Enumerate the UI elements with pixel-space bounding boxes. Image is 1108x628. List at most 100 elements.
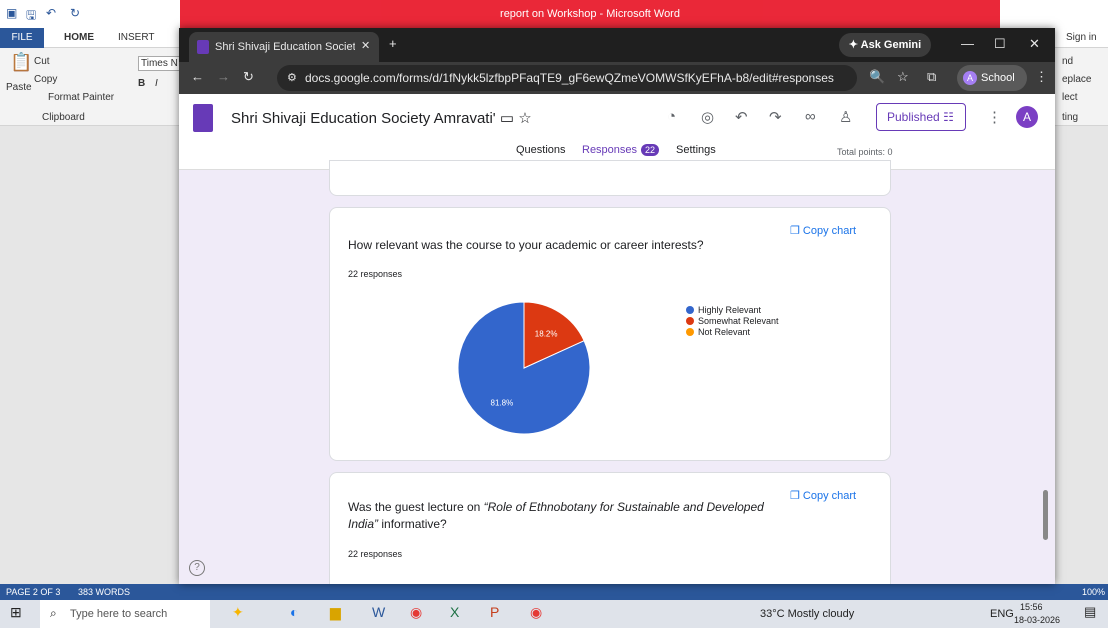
tab-settings[interactable]: Settings: [676, 144, 716, 156]
notification-icon[interactable]: ▤: [1084, 604, 1096, 620]
site-info-icon[interactable]: ⚙: [287, 71, 297, 84]
link-icon[interactable]: ∞: [805, 108, 816, 125]
question-text: How relevant was the course to your acad…: [348, 238, 704, 252]
reader-icon[interactable]: ⧉: [927, 69, 936, 85]
editing-group-label: ting: [1062, 112, 1079, 123]
page-count: PAGE 2 OF 3: [6, 587, 61, 597]
legend-item: Highly Relevant: [686, 304, 779, 315]
response-count: 22 responses: [348, 549, 403, 559]
pie-data-label: 81.8%: [491, 398, 514, 407]
file-explorer-icon[interactable]: ▆: [330, 604, 341, 621]
maximize-icon[interactable]: ☐: [994, 36, 1006, 52]
redo-icon[interactable]: ↻: [70, 6, 80, 20]
reload-icon[interactable]: ↻: [243, 69, 254, 85]
question-card-2: ❐ Copy chart Was the guest lecture on “R…: [329, 472, 891, 584]
word-active-title: report on Workshop - Microsoft Word: [180, 0, 1000, 28]
language-indicator[interactable]: ENG: [990, 608, 1014, 620]
help-icon[interactable]: ?: [189, 560, 205, 576]
windows-start-icon[interactable]: ⊞: [10, 604, 22, 621]
close-tab-icon[interactable]: ✕: [361, 39, 370, 52]
cut-button[interactable]: Cut: [34, 56, 50, 67]
omnibox[interactable]: ⚙ docs.google.com/forms/d/1fNykk5lzfbpPF…: [277, 65, 857, 91]
more-options-icon[interactable]: ⋮: [987, 108, 1002, 126]
copy-chart-button[interactable]: ❐ Copy chart: [790, 489, 856, 502]
copy-button[interactable]: Copy: [34, 74, 57, 85]
question-text-part: informative?: [378, 517, 447, 531]
paste-button[interactable]: Paste: [6, 82, 32, 93]
word-app-icon[interactable]: W: [372, 604, 385, 620]
clock-time[interactable]: 15:56: [1020, 602, 1043, 612]
font-name-box[interactable]: Times N: [138, 56, 181, 71]
forms-logo-icon[interactable]: [193, 104, 213, 132]
legend-item: Somewhat Relevant: [686, 315, 779, 326]
profile-avatar: A: [963, 71, 977, 85]
forms-favicon-icon: [197, 40, 209, 54]
copy-chart-label: Copy chart: [802, 225, 857, 237]
clock-date[interactable]: 18-03-2026: [1014, 615, 1060, 625]
word-tab-file[interactable]: FILE: [0, 28, 44, 48]
word-tab-insert[interactable]: INSERT: [118, 32, 155, 43]
previous-card: [329, 160, 891, 196]
word-sign-in[interactable]: Sign in: [1066, 32, 1097, 43]
palette-icon[interactable]: ◔: [667, 108, 676, 125]
preview-eye-icon[interactable]: ◎: [701, 108, 714, 126]
legend-label: Not Relevant: [698, 326, 751, 337]
chrome-window: Shri Shivaji Education Society A ✕ + ✦ A…: [179, 28, 1055, 584]
tab-strip: Shri Shivaji Education Society A ✕ + ✦ A…: [179, 28, 1055, 62]
search-icon: ⌕: [50, 606, 57, 620]
powerpoint-app-icon[interactable]: P: [490, 604, 499, 620]
format-painter-button[interactable]: Format Painter: [48, 92, 114, 103]
account-avatar[interactable]: A: [1016, 106, 1038, 128]
zoom-icon[interactable]: 🔍: [869, 69, 885, 85]
bookmark-star-icon[interactable]: ☆: [897, 69, 909, 85]
folder-icon[interactable]: ▭: [500, 110, 514, 127]
weather-text[interactable]: 33°C Mostly cloudy: [760, 608, 854, 620]
scrollbar-thumb[interactable]: [1043, 490, 1048, 540]
question-text-italic: “Role of Ethnobotany for Sustainable and…: [483, 500, 764, 514]
question-text-italic: India”: [348, 517, 379, 531]
chrome-menu-icon[interactable]: ⋮: [1035, 69, 1048, 85]
bold-button[interactable]: B: [138, 78, 145, 89]
paste-icon[interactable]: 📋: [10, 52, 32, 73]
word-tab-home[interactable]: HOME: [64, 32, 94, 43]
italic-button[interactable]: I: [155, 78, 158, 89]
published-label: Published: [887, 110, 940, 124]
tab-questions[interactable]: Questions: [516, 144, 566, 156]
profile-button[interactable]: A School: [957, 65, 1027, 91]
word-icon: ▣: [6, 6, 18, 20]
select-button[interactable]: lect: [1062, 92, 1078, 103]
question-card-1: ❐ Copy chart How relevant was the course…: [329, 207, 891, 461]
redo-icon[interactable]: ↷: [769, 108, 782, 126]
star-icon[interactable]: ☆: [518, 110, 531, 127]
minimize-icon[interactable]: —: [961, 36, 974, 51]
taskbar-search-box[interactable]: ⌕ Type here to search: [40, 600, 210, 628]
browser-tab[interactable]: Shri Shivaji Education Society A ✕: [189, 32, 379, 62]
clipboard-group-label: Clipboard: [42, 112, 85, 123]
save-icon[interactable]: 🖫: [26, 6, 36, 27]
published-button[interactable]: Published ☷: [876, 103, 966, 131]
replace-button[interactable]: eplace: [1062, 74, 1091, 85]
forward-icon[interactable]: →: [217, 69, 230, 84]
chart-legend: Highly Relevant Somewhat Relevant Not Rele…: [686, 304, 779, 337]
back-icon[interactable]: ←: [191, 69, 204, 84]
chrome-app-icon[interactable]: ◉: [410, 604, 422, 621]
undo-icon[interactable]: ↶: [735, 108, 748, 126]
undo-icon[interactable]: ↶: [46, 6, 56, 20]
ask-gemini-button[interactable]: ✦ Ask Gemini: [839, 33, 931, 57]
edge-icon[interactable]: ◐: [290, 604, 298, 620]
excel-app-icon[interactable]: X: [450, 604, 459, 620]
copilot-sparkle-icon[interactable]: ✦: [232, 604, 244, 621]
ask-gemini-label: Ask Gemini: [860, 39, 922, 51]
word-count: 383 WORDS: [78, 587, 131, 597]
chrome-profile-icon[interactable]: ◉: [530, 604, 542, 621]
pie-data-label: 18.2%: [535, 330, 558, 339]
close-window-icon[interactable]: ✕: [1029, 36, 1040, 52]
copy-chart-button[interactable]: ❐ Copy chart: [790, 224, 856, 237]
response-count: 22 responses: [348, 269, 403, 279]
question-text: Was the guest lecture on “Role of Ethnob…: [348, 499, 768, 533]
form-header: Shri Shivaji Education Society Amravati'…: [179, 94, 1055, 170]
new-tab-icon[interactable]: +: [389, 36, 397, 51]
word-window-title: report on Workshop - Microsoft Word: [500, 8, 680, 20]
find-button[interactable]: nd: [1062, 56, 1073, 67]
add-collaborator-icon[interactable]: ♙: [839, 108, 852, 126]
